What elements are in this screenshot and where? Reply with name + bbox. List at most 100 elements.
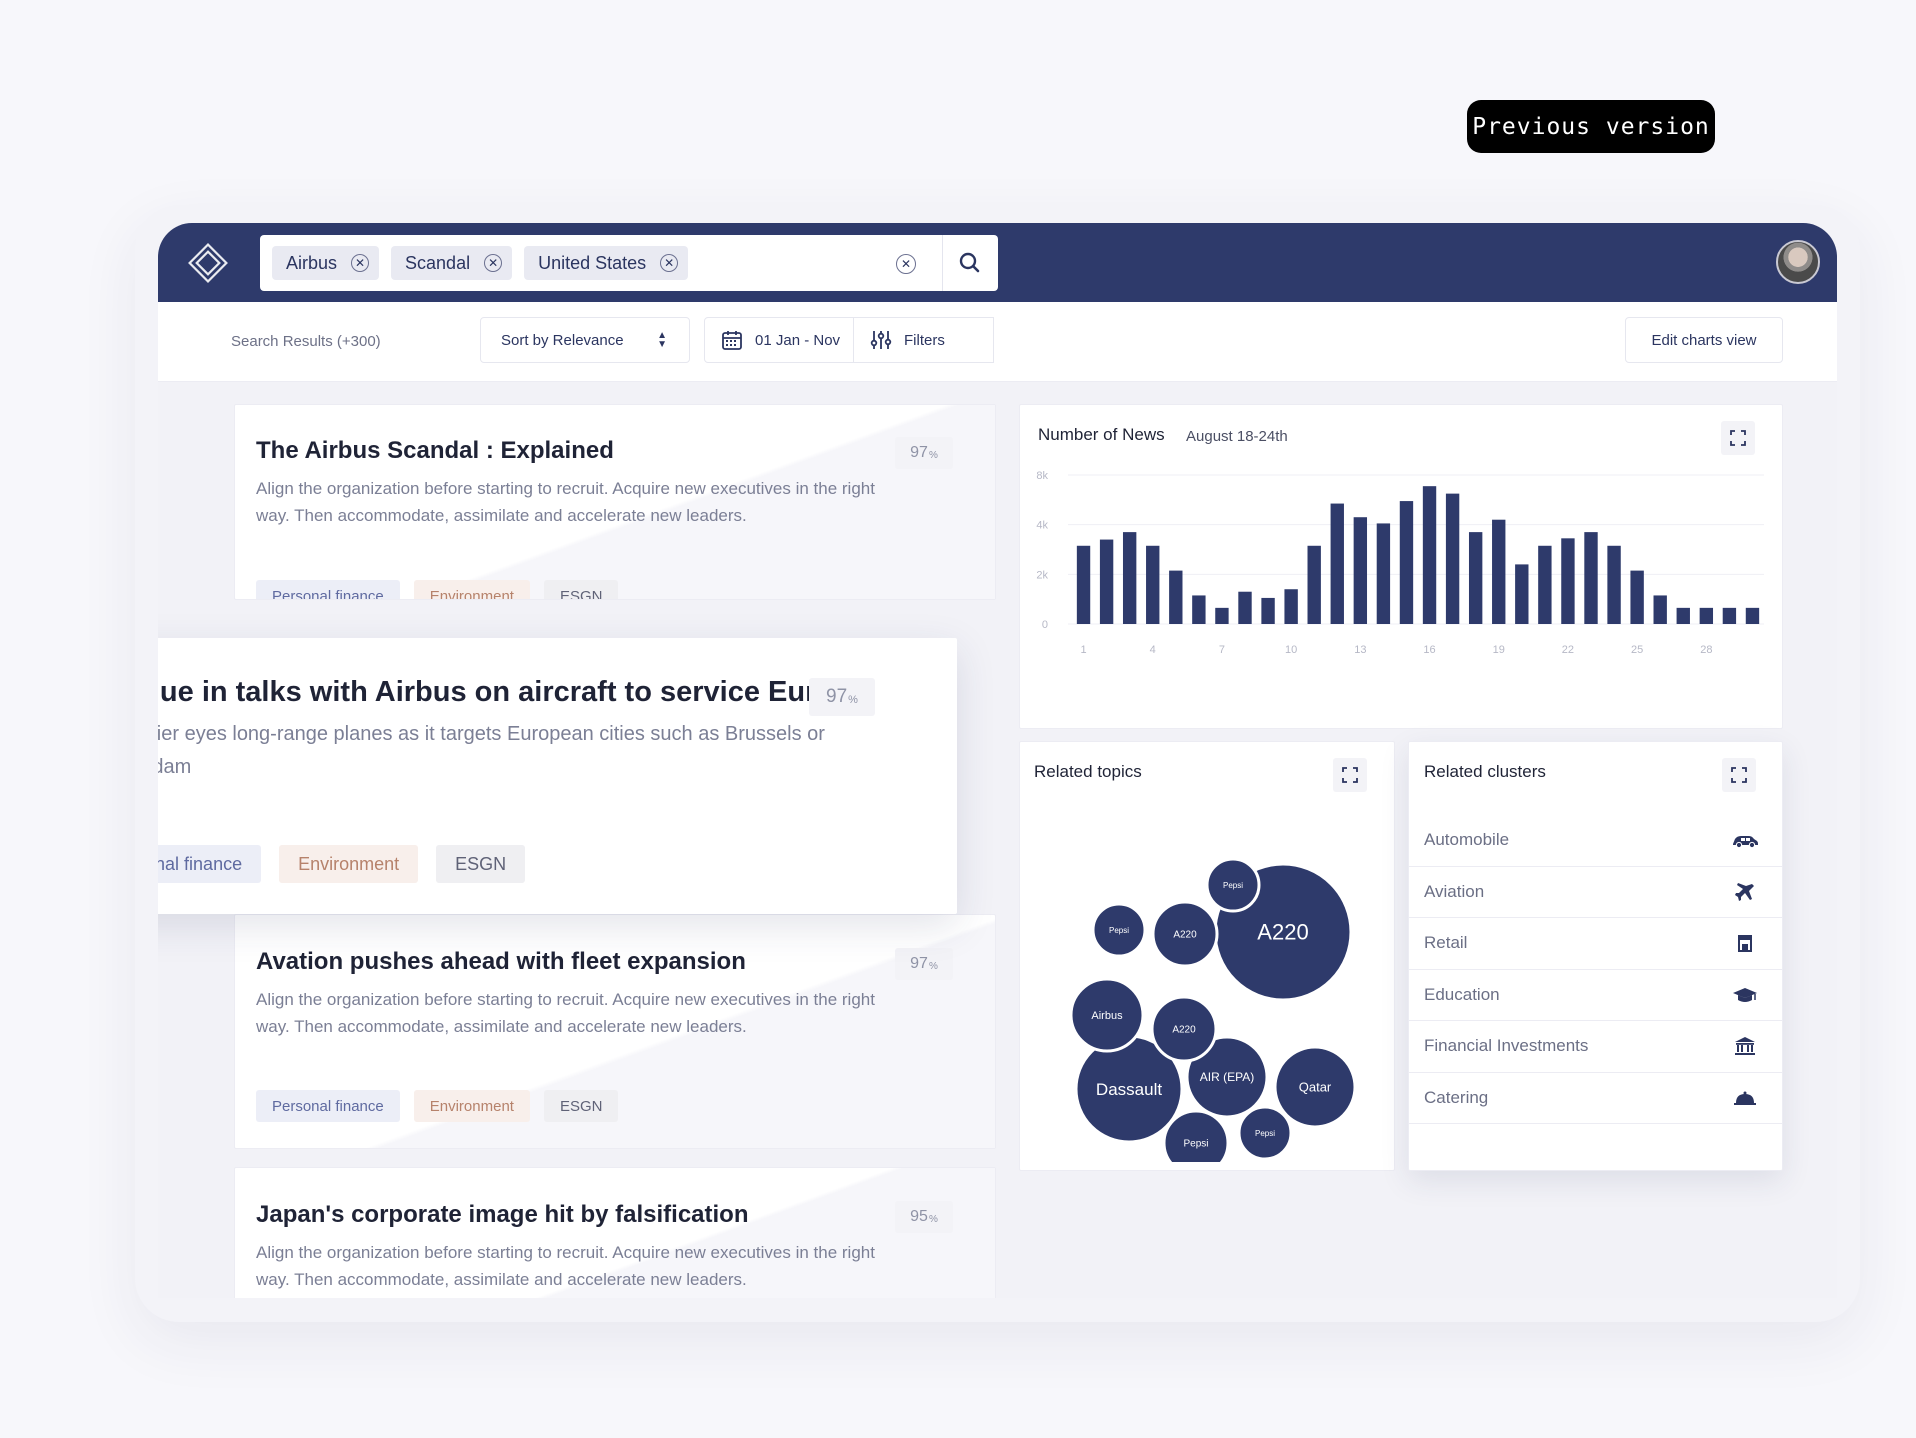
topic-bubble-label: Qatar xyxy=(1299,1080,1332,1095)
bar xyxy=(1330,503,1344,624)
featured-article-title[interactable]: JetBlue in talks with Airbus on aircraft… xyxy=(158,676,868,709)
bar xyxy=(1376,523,1391,624)
x-tick-label: 4 xyxy=(1150,644,1156,656)
results-toolbar: Search Results (+300) Sort by Relevance … xyxy=(158,302,1837,382)
cluster-label: Financial Investments xyxy=(1424,1036,1589,1056)
bar xyxy=(1215,607,1229,624)
article-title[interactable]: Japan's corporate image hit by falsifica… xyxy=(256,1201,749,1229)
x-tick-label: 22 xyxy=(1562,644,1574,656)
tag-environment[interactable]: Environment xyxy=(413,580,530,599)
cluster-item-aviation[interactable]: Aviation xyxy=(1409,867,1782,918)
graduation-cap-icon xyxy=(1733,987,1757,1002)
bar xyxy=(1146,545,1160,624)
edit-charts-view-button[interactable]: Edit charts view xyxy=(1625,317,1783,363)
topic-bubble[interactable] xyxy=(1162,1109,1230,1162)
tag-esgn[interactable]: ESGN xyxy=(543,580,619,599)
panel-title: Related topics xyxy=(1034,762,1142,781)
tag-list: Personal finance Environment ESGN xyxy=(158,845,526,883)
x-tick-label: 28 xyxy=(1700,644,1712,656)
x-tick-label: 16 xyxy=(1423,644,1435,656)
related-clusters-panel: Related clusters Automobile Aviation Ret… xyxy=(1408,741,1783,1171)
cluster-item-automobile[interactable]: Automobile xyxy=(1409,815,1782,867)
date-range-button[interactable]: 01 Jan - Nov xyxy=(704,317,854,363)
cluster-item-financial-investments[interactable]: Financial Investments xyxy=(1409,1021,1782,1073)
bar xyxy=(1192,595,1206,624)
bar xyxy=(1630,570,1644,624)
relevance-score: 97% xyxy=(895,948,953,980)
article-card[interactable]: The Airbus Scandal : Explained Align the… xyxy=(234,404,996,600)
score-unit: % xyxy=(848,693,858,706)
x-tick-label: 25 xyxy=(1631,644,1643,656)
bar xyxy=(1653,595,1667,624)
article-title[interactable]: The Airbus Scandal : Explained xyxy=(256,437,614,465)
bar xyxy=(1492,519,1506,624)
topic-bubble-label: A220 xyxy=(1257,920,1308,945)
search-chip-airbus[interactable]: Airbus ✕ xyxy=(272,246,380,280)
search-chip-scandal[interactable]: Scandal ✕ xyxy=(391,246,513,280)
sort-dropdown[interactable]: Sort by Relevance ▲ ▼ xyxy=(480,317,690,363)
expand-icon[interactable] xyxy=(1333,758,1367,792)
cluster-item-retail[interactable]: Retail xyxy=(1409,918,1782,970)
bar xyxy=(1099,539,1114,624)
cluster-label: Retail xyxy=(1424,933,1468,953)
search-bar[interactable]: Airbus ✕ Scandal ✕ United States ✕ ✕ xyxy=(260,235,998,291)
expand-icon[interactable] xyxy=(1721,421,1755,455)
cluster-list: Automobile Aviation Retail Education Fin… xyxy=(1409,815,1782,1124)
panel-title: Number of News xyxy=(1038,425,1165,444)
topic-bubble-label: Pepsi xyxy=(1255,1129,1275,1138)
tag-environment[interactable]: Environment xyxy=(279,845,419,883)
date-range-label: 01 Jan - Nov xyxy=(755,331,841,349)
article-description: Align the organization before starting t… xyxy=(256,1243,875,1289)
related-topics-panel: Related topics A220 Dassault Qatar AIR (EPA… xyxy=(1019,741,1395,1171)
topic-bubble-label: Pepsi xyxy=(1183,1139,1208,1150)
article-title[interactable]: Avation pushes ahead with fleet expansio… xyxy=(256,948,746,976)
filters-button[interactable]: Filters xyxy=(854,317,994,363)
y-tick-label: 4k xyxy=(1036,520,1048,532)
bar xyxy=(1538,545,1552,624)
bar xyxy=(1307,545,1321,624)
cluster-label: Aviation xyxy=(1424,881,1485,901)
bar xyxy=(1122,532,1137,624)
brand-logo-icon[interactable] xyxy=(186,241,230,285)
x-tick-label: 10 xyxy=(1285,644,1297,656)
score-value: 97 xyxy=(910,955,928,972)
tag-personal-finance[interactable]: Personal finance xyxy=(256,580,400,599)
top-navigation-bar: Airbus ✕ Scandal ✕ United States ✕ ✕ xyxy=(158,223,1837,302)
featured-article-card[interactable]: JetBlue in talks with Airbus on aircraft… xyxy=(158,638,957,914)
app-window: Airbus ✕ Scandal ✕ United States ✕ ✕ Sea… xyxy=(158,223,1837,1298)
tag-personal-finance[interactable]: Personal finance xyxy=(158,845,262,883)
tag-esgn[interactable]: ESGN xyxy=(543,1090,619,1122)
close-icon[interactable]: ✕ xyxy=(484,254,503,272)
avatar[interactable] xyxy=(1776,240,1820,284)
search-divider xyxy=(942,235,943,291)
cluster-item-education[interactable]: Education xyxy=(1409,970,1782,1021)
article-card[interactable]: Avation pushes ahead with fleet expansio… xyxy=(234,914,996,1149)
filters-label: Filters xyxy=(904,331,945,349)
expand-icon[interactable] xyxy=(1722,758,1756,792)
close-icon[interactable]: ✕ xyxy=(351,254,370,272)
topic-bubble-label: A220 xyxy=(1173,930,1197,941)
bar xyxy=(1468,532,1483,624)
previous-version-badge[interactable]: Previous version xyxy=(1467,100,1715,153)
chip-label: United States xyxy=(538,252,647,273)
topic-bubble-label: Dassault xyxy=(1096,1080,1162,1099)
topics-bubble-chart: A220 Dassault Qatar AIR (EPA) Airbus A220 A220… xyxy=(1069,857,1357,1162)
tag-esgn[interactable]: ESGN xyxy=(436,845,526,883)
bar xyxy=(1169,570,1183,624)
search-chip-united-states[interactable]: United States ✕ xyxy=(524,246,689,280)
relevance-score: 97% xyxy=(809,678,875,716)
cluster-label: Education xyxy=(1424,984,1500,1004)
tag-environment[interactable]: Environment xyxy=(413,1090,530,1122)
search-icon[interactable] xyxy=(954,248,986,278)
y-tick-label: 2k xyxy=(1036,569,1048,581)
score-value: 97 xyxy=(826,686,848,707)
bar xyxy=(1353,517,1368,624)
clear-search-icon[interactable]: ✕ xyxy=(896,254,916,274)
close-icon[interactable]: ✕ xyxy=(660,254,679,272)
sliders-icon xyxy=(870,331,892,349)
tag-personal-finance[interactable]: Personal finance xyxy=(256,1090,400,1122)
store-icon xyxy=(1738,935,1752,953)
bar xyxy=(1238,591,1252,624)
cluster-item-catering[interactable]: Catering xyxy=(1409,1073,1782,1124)
article-card[interactable]: Japan's corporate image hit by falsifica… xyxy=(234,1167,996,1298)
